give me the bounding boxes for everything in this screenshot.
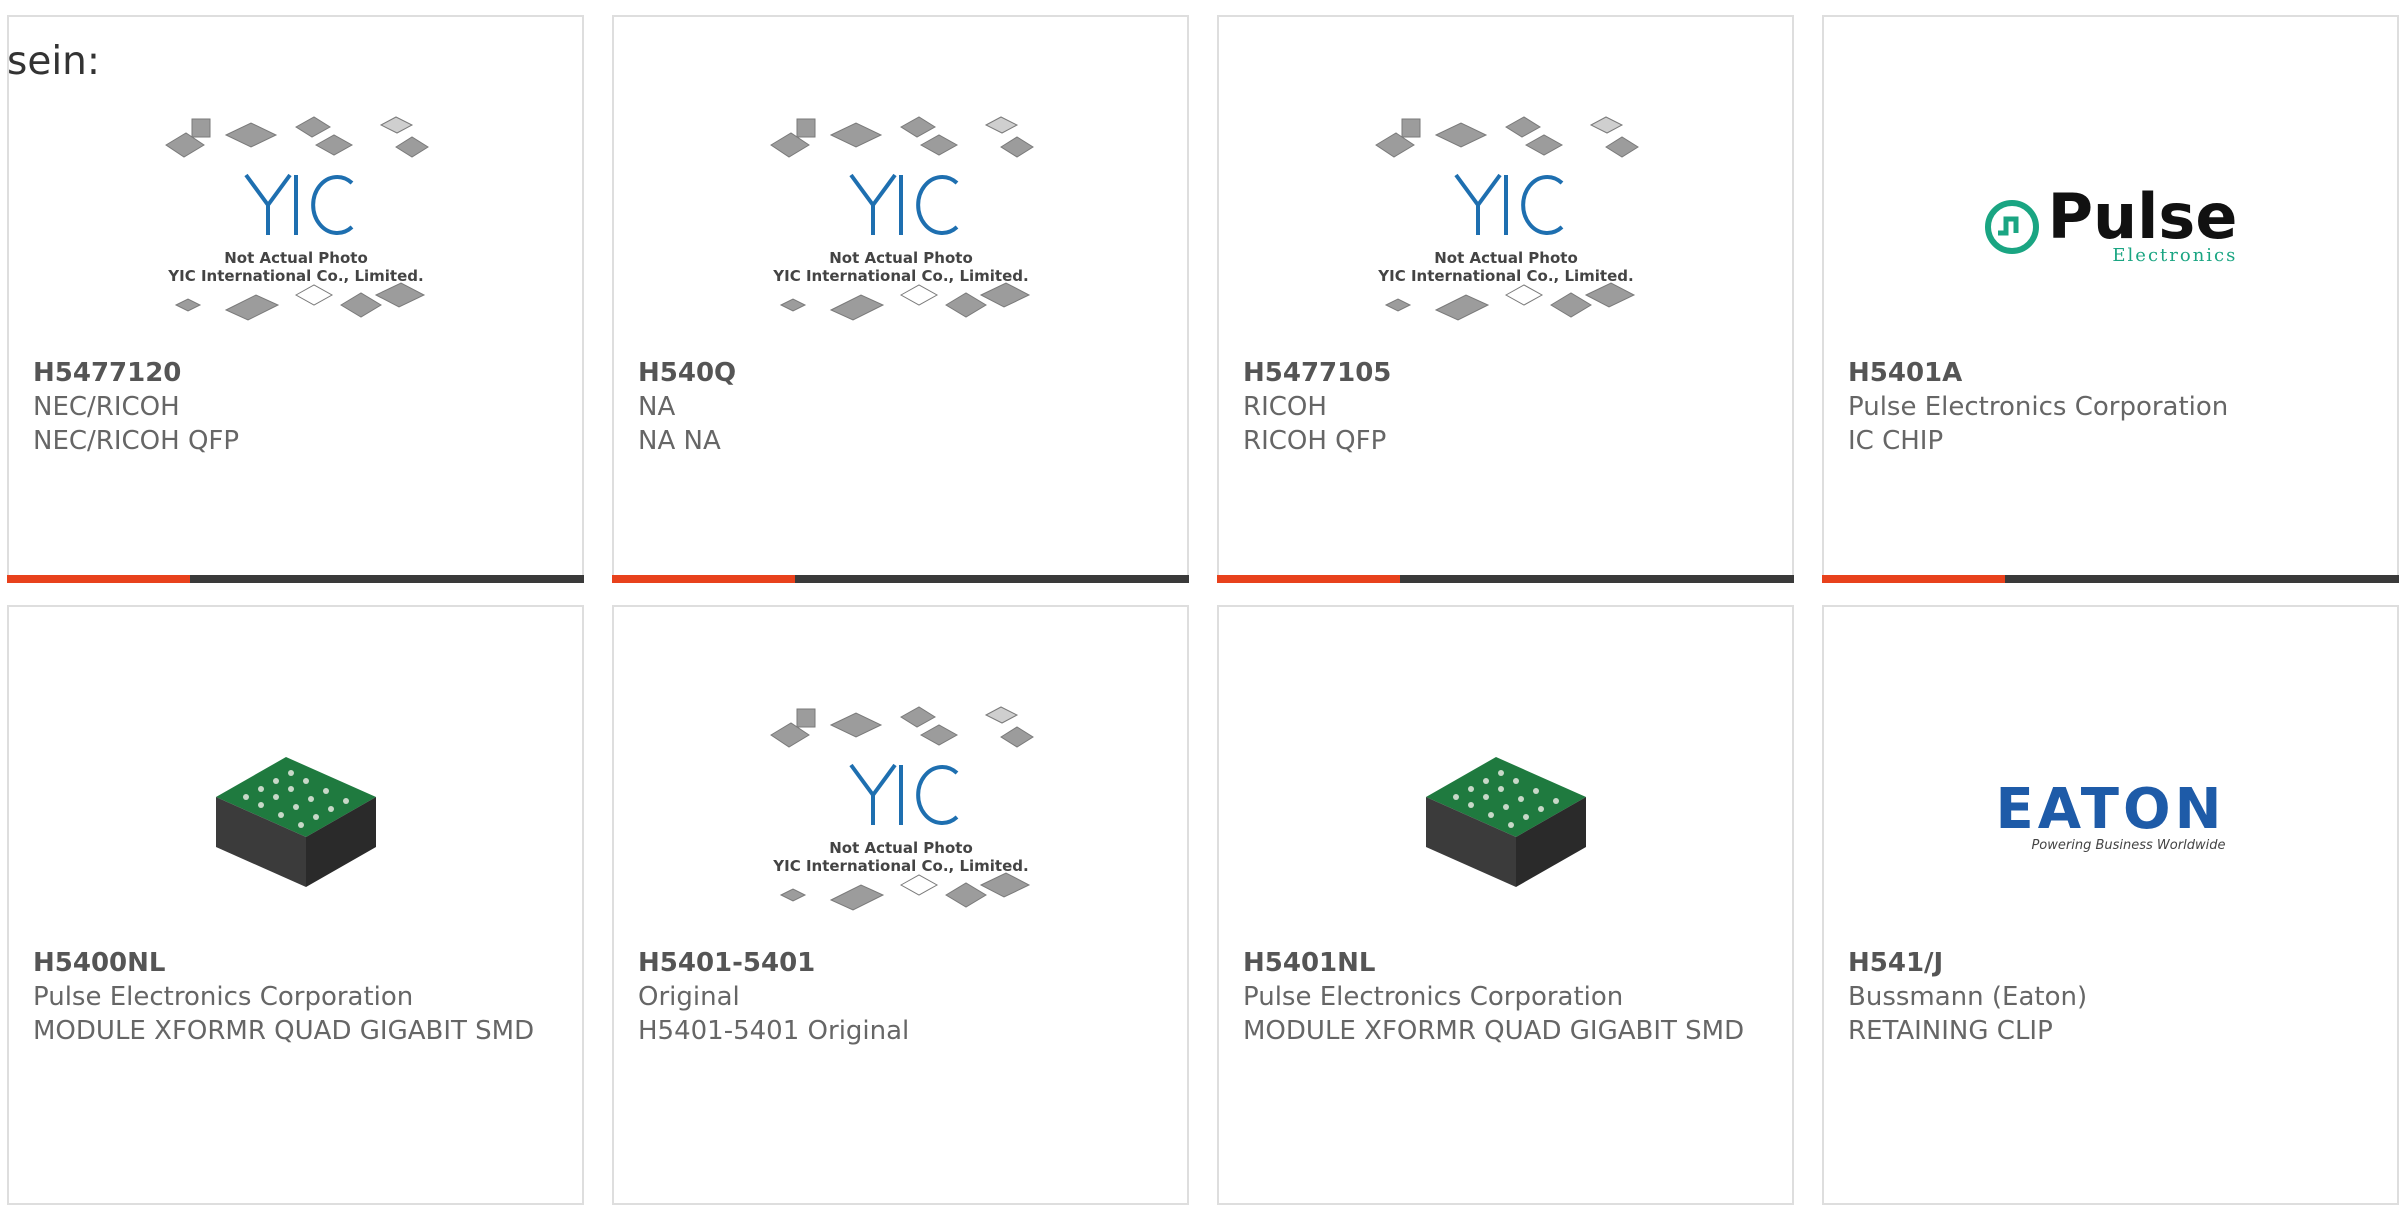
description: MODULE XFORMR QUAD GIGABIT SMD [33,1016,535,1046]
pulse-logo: Pulse Electronics [1984,179,2238,266]
card-accent-bar [612,575,795,583]
svg-text:Not Actual Photo: Not Actual Photo [829,839,973,857]
description: IC CHIP [1848,426,1944,456]
product-image: Not Actual Photo YIC International Co., … [614,97,1187,357]
product-card[interactable]: Not Actual Photo YIC International Co., … [612,15,1189,583]
card-bottom-bar [1217,575,1794,583]
product-image: Not Actual Photo YIC International Co., … [9,97,582,357]
product-image: EATON Powering Business Worldwide [1824,687,2397,947]
manufacturer: Pulse Electronics Corporation [1848,392,2229,422]
svg-text:YIC International Co., Limited: YIC International Co., Limited. [772,267,1028,285]
product-info: H541/J Bussmann (Eaton) RETAINING CLIP [1848,946,2373,1048]
part-number[interactable]: H5401-5401 [638,946,1163,980]
manufacturer: Original [638,982,740,1012]
card-bottom-bar [7,575,584,583]
product-image [9,687,582,947]
product-info: H5400NL Pulse Electronics Corporation MO… [33,946,558,1048]
prefix-text: sein: [7,39,101,84]
part-number[interactable]: H5400NL [33,946,558,980]
description: H5401-5401 Original [638,1016,910,1046]
yic-placeholder-icon: Not Actual Photo YIC International Co., … [1366,105,1646,349]
part-number[interactable]: H5477120 [33,356,558,390]
product-image: Not Actual Photo YIC International Co., … [1219,97,1792,357]
yic-placeholder-icon: Not Actual Photo YIC International Co., … [761,105,1041,349]
product-card[interactable]: H5401NL Pulse Electronics Corporation MO… [1217,605,1794,1205]
manufacturer: NEC/RICOH [33,392,180,422]
module-photo-icon [215,757,376,887]
part-number[interactable]: H5401NL [1243,946,1768,980]
description: RETAINING CLIP [1848,1016,2053,1046]
svg-text:YIC International Co., Limited: YIC International Co., Limited. [1377,267,1633,285]
product-card[interactable]: Not Actual Photo YIC International Co., … [7,15,584,583]
product-info: H5477120 NEC/RICOH NEC/RICOH QFP [33,356,558,458]
card-accent-bar [7,575,190,583]
manufacturer: Bussmann (Eaton) [1848,982,2088,1012]
pulse-logo-word: Pulse [2047,179,2238,253]
manufacturer: RICOH [1243,392,1327,422]
product-card[interactable]: Not Actual Photo YIC International Co., … [612,605,1189,1205]
description: NEC/RICOH QFP [33,426,240,456]
card-accent-bar [1217,575,1400,583]
card-bottom-bar [612,575,1189,583]
product-image: Pulse Electronics [1824,97,2397,357]
description: RICOH QFP [1243,426,1387,456]
yic-placeholder-icon: Not Actual Photo YIC International Co., … [761,695,1041,939]
svg-text:YIC International Co., Limited: YIC International Co., Limited. [167,267,423,285]
manufacturer: Pulse Electronics Corporation [1243,982,1624,1012]
manufacturer: Pulse Electronics Corporation [33,982,414,1012]
product-image [1219,687,1792,947]
product-card[interactable]: Not Actual Photo YIC International Co., … [1217,15,1794,583]
part-number[interactable]: H5477105 [1243,356,1768,390]
eaton-logo-word: EATON [1995,776,2226,842]
svg-text:Not Actual Photo: Not Actual Photo [829,249,973,267]
product-info: H5401A Pulse Electronics Corporation IC … [1848,356,2373,458]
svg-text:Not Actual Photo: Not Actual Photo [1434,249,1578,267]
product-card[interactable]: H5400NL Pulse Electronics Corporation MO… [7,605,584,1205]
svg-text:Not Actual Photo: Not Actual Photo [224,249,368,267]
product-info: H5477105 RICOH RICOH QFP [1243,356,1768,458]
description: NA NA [638,426,721,456]
product-info: H5401NL Pulse Electronics Corporation MO… [1243,946,1768,1048]
module-photo-icon [1425,757,1586,887]
product-grid: Not Actual Photo YIC International Co., … [7,15,2400,1205]
product-image: Not Actual Photo YIC International Co., … [614,687,1187,947]
product-card[interactable]: Pulse Electronics H5401A Pulse Electroni… [1822,15,2399,583]
card-accent-bar [1822,575,2005,583]
product-info: H5401-5401 Original H5401-5401 Original [638,946,1163,1048]
product-info: H540Q NA NA NA [638,356,1163,458]
svg-text:YIC International Co., Limited: YIC International Co., Limited. [772,857,1028,875]
manufacturer: NA [638,392,676,422]
eaton-logo: EATON Powering Business Worldwide [1995,776,2226,853]
part-number[interactable]: H540Q [638,356,1163,390]
part-number[interactable]: H541/J [1848,946,2373,980]
description: MODULE XFORMR QUAD GIGABIT SMD [1243,1016,1745,1046]
card-bottom-bar [1822,575,2399,583]
yic-placeholder-icon: Not Actual Photo YIC International Co., … [156,105,436,349]
part-number[interactable]: H5401A [1848,356,2373,390]
pulse-mark-icon [1984,200,2039,254]
product-card[interactable]: EATON Powering Business Worldwide H541/J… [1822,605,2399,1205]
